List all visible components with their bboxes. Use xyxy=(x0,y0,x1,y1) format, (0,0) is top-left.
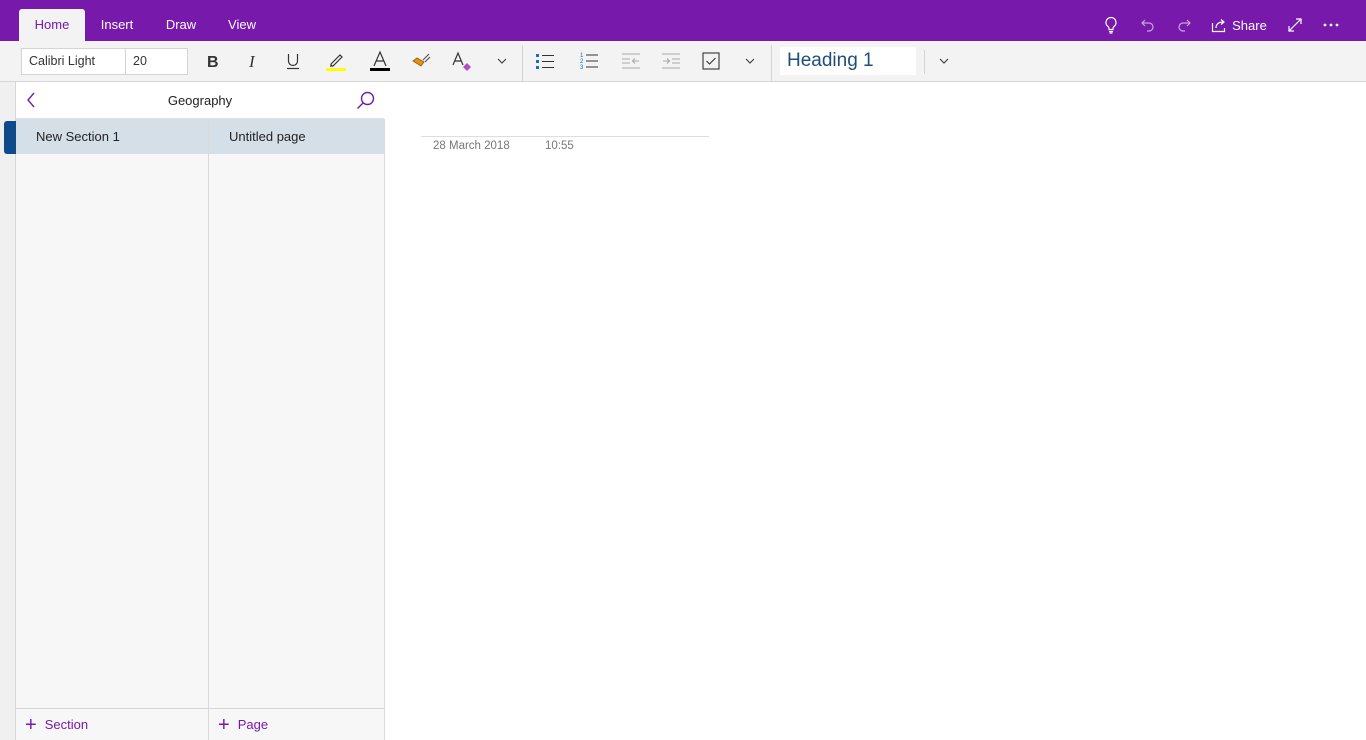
lightbulb-icon xyxy=(1105,16,1117,34)
font-color-icon xyxy=(370,50,390,71)
page-title-field[interactable] xyxy=(421,136,709,137)
plus-icon: + xyxy=(25,713,37,736)
redo-button[interactable] xyxy=(1173,9,1195,41)
paragraph-style-selector[interactable]: Heading 1 xyxy=(780,47,916,75)
plus-icon: + xyxy=(218,713,230,736)
bold-button[interactable]: B xyxy=(197,47,229,75)
sections-list: New Section 1 + Section xyxy=(16,119,209,740)
italic-icon: I xyxy=(248,53,256,69)
increase-indent-icon xyxy=(662,53,680,69)
svg-text:3: 3 xyxy=(580,65,584,71)
underline-button[interactable] xyxy=(277,47,309,75)
undo-button[interactable] xyxy=(1137,9,1159,41)
clear-formatting-icon xyxy=(452,51,471,71)
title-bar: Home Insert Draw View Share xyxy=(0,0,1366,41)
bulleted-list-button[interactable] xyxy=(529,47,561,75)
more-styles-button[interactable] xyxy=(928,47,960,75)
tab-home[interactable]: Home xyxy=(19,9,85,41)
format-painter-button[interactable] xyxy=(406,47,438,75)
increase-indent-button[interactable] xyxy=(655,47,687,75)
svg-text:I: I xyxy=(248,53,256,69)
font-name-input[interactable]: Calibri Light xyxy=(21,48,126,75)
highlighter-icon xyxy=(326,54,346,71)
tab-draw[interactable]: Draw xyxy=(157,9,205,41)
page-item[interactable]: Untitled page xyxy=(209,119,384,154)
numbered-list-button[interactable]: 1 2 3 xyxy=(573,47,605,75)
more-text-options-button[interactable] xyxy=(486,47,518,75)
ribbon-divider xyxy=(924,50,925,74)
clear-formatting-button[interactable] xyxy=(446,47,478,75)
expand-icon xyxy=(1288,18,1302,32)
more-paragraph-options-button[interactable] xyxy=(734,47,766,75)
font-color-button[interactable] xyxy=(364,47,396,75)
page-time: 10:55 xyxy=(545,140,574,152)
underline-icon xyxy=(287,54,299,70)
chevron-down-icon xyxy=(497,58,507,64)
pages-list: Untitled page + Page xyxy=(209,119,385,740)
numbered-list-icon: 1 2 3 xyxy=(580,53,598,71)
share-label: Share xyxy=(1232,17,1267,33)
ribbon-divider xyxy=(771,45,772,81)
back-button[interactable] xyxy=(26,92,40,109)
decrease-indent-icon xyxy=(622,53,640,69)
tab-insert[interactable]: Insert xyxy=(92,9,142,41)
notebook-title[interactable]: Geography xyxy=(16,82,384,119)
undo-icon xyxy=(1141,19,1154,32)
add-section-label: Section xyxy=(44,717,89,732)
page-canvas[interactable]: 28 March 2018 10:55 xyxy=(385,82,1366,740)
fullscreen-button[interactable] xyxy=(1284,9,1306,41)
add-section-button[interactable]: + Section xyxy=(16,708,208,740)
search-button[interactable] xyxy=(356,91,376,111)
ribbon-toolbar: Calibri Light 20 B I 1 2 3 Heading 1 xyxy=(0,41,1366,82)
redo-icon xyxy=(1178,19,1191,32)
share-icon xyxy=(1212,19,1226,33)
bulleted-list-icon xyxy=(536,54,554,69)
search-icon xyxy=(357,91,375,109)
chevron-down-icon xyxy=(939,58,949,64)
add-page-label: Page xyxy=(237,717,269,732)
selected-section-indicator xyxy=(4,121,16,154)
todo-tag-button[interactable] xyxy=(695,47,727,75)
font-size-input[interactable]: 20 xyxy=(125,48,188,75)
format-painter-icon xyxy=(412,53,431,67)
highlight-button[interactable] xyxy=(320,47,352,75)
share-button[interactable]: Share xyxy=(1210,9,1268,41)
svg-text:B: B xyxy=(207,54,219,69)
more-options-button[interactable] xyxy=(1320,9,1342,41)
section-item[interactable]: New Section 1 xyxy=(16,119,208,154)
bold-icon: B xyxy=(207,54,219,69)
decrease-indent-button[interactable] xyxy=(615,47,647,75)
ribbon-divider xyxy=(522,45,523,81)
notebook-nav-strip xyxy=(0,82,16,740)
notebook-header: Geography xyxy=(16,82,384,119)
italic-button[interactable]: I xyxy=(237,47,269,75)
more-icon xyxy=(1323,23,1339,27)
tell-me-button[interactable] xyxy=(1100,9,1122,41)
checkbox-icon xyxy=(702,52,720,70)
chevron-left-icon xyxy=(27,92,35,108)
page-date: 28 March 2018 xyxy=(433,140,510,152)
tab-view[interactable]: View xyxy=(220,9,264,41)
chevron-down-icon xyxy=(745,58,755,64)
add-page-button[interactable]: + Page xyxy=(209,708,384,740)
